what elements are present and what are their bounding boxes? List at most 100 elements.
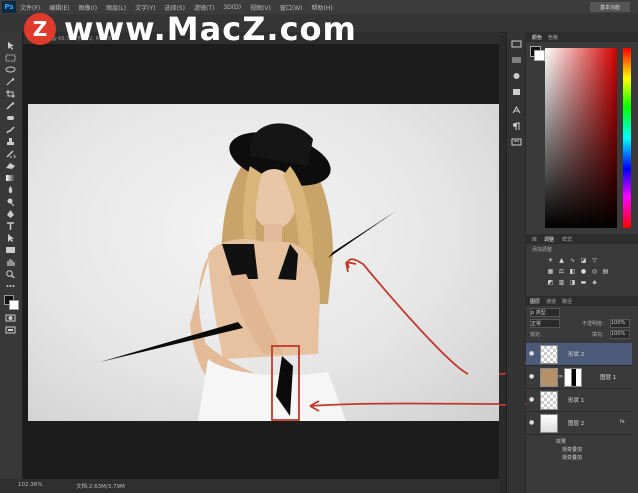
tab-channels[interactable]: 通道 — [546, 298, 556, 305]
exposure-adjust-icon[interactable]: ◪ — [580, 258, 587, 264]
shape-tool-icon[interactable] — [5, 246, 16, 254]
quick-mask-icon[interactable] — [5, 314, 16, 322]
eyedropper-tool-icon[interactable] — [5, 102, 16, 110]
document-size: 文档:2.63M/3.79M — [76, 484, 125, 490]
eraser-tool-icon[interactable] — [5, 162, 16, 170]
character-panel-icon[interactable] — [511, 106, 522, 114]
lasso-tool-icon[interactable] — [5, 66, 16, 74]
color-balance-adjust-icon[interactable]: ⚖ — [558, 269, 565, 275]
photo-filter-adjust-icon[interactable]: ● — [580, 269, 587, 275]
tab-libraries[interactable]: 库 — [532, 236, 537, 243]
brush-panel-icon[interactable] — [511, 72, 522, 80]
brightness-adjust-icon[interactable]: ☀ — [547, 258, 554, 264]
tab-adjustments[interactable]: 调整 — [544, 236, 554, 243]
fill-input[interactable]: 100% — [610, 330, 630, 339]
threshold-adjust-icon[interactable]: ◨ — [569, 280, 576, 286]
document-canvas[interactable] — [28, 104, 499, 421]
gradient-map-adjust-icon[interactable]: ▬ — [580, 280, 587, 286]
gradient-tool-icon[interactable] — [5, 174, 16, 182]
photoshop-logo-icon: Ps — [2, 1, 16, 13]
layer-filter-kind[interactable]: p 类型 — [530, 308, 560, 317]
tab-layers[interactable]: 图层 — [530, 298, 540, 305]
screen-mode-icon[interactable] — [5, 326, 16, 334]
watermark-text: www.MacZ.com — [64, 10, 357, 48]
crop-tool-icon[interactable] — [5, 90, 16, 98]
marquee-tool-icon[interactable] — [5, 54, 16, 62]
layer-row[interactable]: ● 形状 1 — [526, 389, 632, 412]
visibility-eye-icon[interactable]: ● — [529, 396, 534, 403]
layer-name[interactable]: 图层 2 — [568, 419, 584, 427]
hue-slider[interactable] — [623, 48, 631, 228]
dodge-tool-icon[interactable] — [5, 198, 16, 206]
visibility-eye-icon[interactable]: ● — [529, 373, 534, 380]
blend-mode-select[interactable]: 正常 — [530, 319, 560, 328]
watermark-logo-icon: Z — [24, 13, 56, 45]
tab-swatches[interactable]: 色板 — [548, 34, 558, 41]
tab-paths[interactable]: 路径 — [562, 298, 572, 305]
hand-tool-icon[interactable] — [5, 258, 16, 266]
color-background-swatch[interactable] — [534, 50, 545, 61]
effects-label[interactable]: 效果 — [556, 438, 566, 445]
status-bar: 102.36% 文档:2.63M/3.79M — [0, 479, 500, 493]
curves-adjust-icon[interactable]: ∿ — [569, 258, 576, 264]
effect-gradient-overlay[interactable]: 渐变叠加 — [562, 454, 582, 461]
layer-thumbnail — [540, 345, 558, 364]
move-tool-icon[interactable] — [5, 42, 16, 50]
magic-wand-tool-icon[interactable] — [5, 78, 16, 86]
effect-gradient-overlay[interactable]: 渐变叠加 — [562, 446, 582, 453]
layer-row[interactable]: ● 图层 2 fx — [526, 412, 632, 435]
more-tools-icon[interactable] — [5, 282, 16, 290]
layer-row[interactable]: ● 形状 2 — [526, 343, 632, 366]
layer-thumbnail — [540, 368, 558, 387]
layer-name[interactable]: 形状 2 — [568, 350, 584, 358]
watermark: Z www.MacZ.com — [24, 10, 357, 48]
menu-file[interactable]: 文件(F) — [20, 3, 40, 12]
levels-adjust-icon[interactable]: ▲ — [558, 258, 565, 264]
clone-stamp-tool-icon[interactable] — [5, 138, 16, 146]
annotation-arrow-curve — [346, 258, 469, 375]
color-spectrum-field[interactable] — [545, 48, 617, 228]
fill-label: 填充: — [592, 332, 604, 338]
posterize-adjust-icon[interactable]: ▥ — [558, 280, 565, 286]
clone-source-panel-icon[interactable] — [511, 88, 522, 96]
layer-thumbnail — [540, 391, 558, 410]
properties-panel-icon[interactable] — [511, 56, 522, 64]
layer-name[interactable]: 图层 1 — [600, 373, 616, 381]
workspace-switcher[interactable]: 基本功能 — [590, 2, 630, 12]
channel-mixer-adjust-icon[interactable]: ◎ — [591, 269, 598, 275]
layer-mask-thumbnail[interactable] — [564, 368, 582, 387]
visibility-eye-icon[interactable]: ● — [529, 350, 534, 357]
brush-tool-icon[interactable] — [5, 126, 16, 134]
vibrance-adjust-icon[interactable]: ▽ — [591, 258, 598, 264]
glyphs-panel-icon[interactable] — [511, 138, 522, 146]
black-white-adjust-icon[interactable]: ◧ — [569, 269, 576, 275]
path-selection-tool-icon[interactable] — [5, 234, 16, 242]
zoom-readout[interactable]: 102.36% — [18, 482, 42, 488]
tools-panel — [0, 32, 23, 493]
blur-tool-icon[interactable] — [5, 186, 16, 194]
hue-saturation-adjust-icon[interactable]: ▦ — [547, 269, 554, 275]
zoom-tool-icon[interactable] — [5, 270, 16, 278]
tab-color[interactable]: 颜色 — [532, 34, 542, 41]
paragraph-panel-icon[interactable] — [511, 122, 522, 130]
selective-color-adjust-icon[interactable]: ◈ — [591, 280, 598, 286]
history-panel-icon[interactable] — [511, 40, 522, 48]
opacity-label: 不透明度: — [582, 321, 604, 327]
black-shape-upper — [328, 211, 396, 258]
adjustments-title: 添加调整 — [532, 247, 553, 253]
layer-row[interactable]: ● ∞ 图层 1 — [526, 366, 632, 389]
healing-brush-tool-icon[interactable] — [5, 114, 16, 122]
invert-adjust-icon[interactable]: ◩ — [547, 280, 554, 286]
pen-tool-icon[interactable] — [5, 210, 16, 218]
visibility-eye-icon[interactable]: ● — [529, 419, 534, 426]
type-tool-icon[interactable] — [5, 222, 16, 230]
fx-icon[interactable]: fx — [620, 419, 625, 425]
link-chain-icon: ∞ — [558, 373, 563, 380]
color-lookup-adjust-icon[interactable]: ▤ — [602, 269, 609, 275]
history-brush-tool-icon[interactable] — [5, 150, 16, 158]
layer-name[interactable]: 形状 1 — [568, 396, 584, 404]
opacity-input[interactable]: 100% — [610, 319, 630, 328]
tab-styles[interactable]: 样式 — [562, 236, 572, 243]
lock-label: 锁定: — [530, 332, 542, 338]
background-color-swatch[interactable] — [9, 300, 19, 310]
